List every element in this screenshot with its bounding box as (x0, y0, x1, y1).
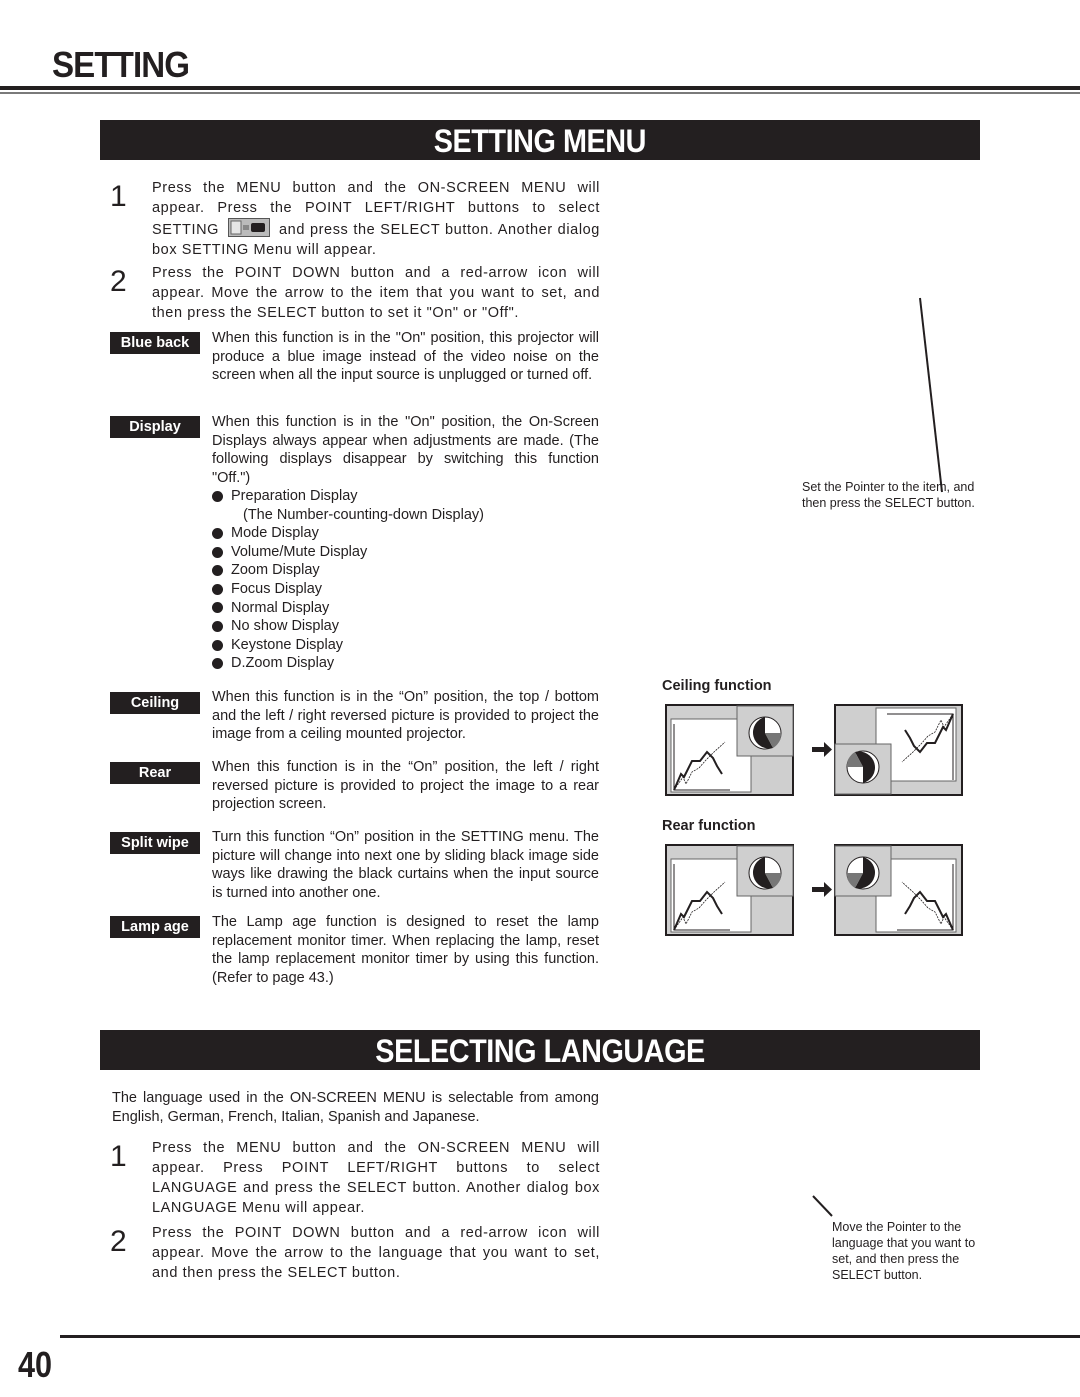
bullet-icon (212, 620, 223, 632)
selecting-language-title-bar: SELECTING LANGUAGE (100, 1030, 980, 1070)
pointer-leader-line (919, 297, 943, 493)
selecting-language-title: SELECTING LANGUAGE (375, 1033, 705, 1069)
ceiling-function-illustration (665, 704, 963, 796)
page-number: 40 (18, 1344, 53, 1385)
arrow-right-icon (812, 742, 832, 757)
list-item: No show Display (212, 617, 612, 636)
step-text: Press the POINT DOWN button and a red-ar… (152, 265, 600, 321)
list-item: Keystone Display (212, 636, 612, 655)
list-item-sub: (The Number-counting-down Display) (243, 506, 484, 523)
step-number: 1 (110, 180, 127, 213)
list-item: Mode Display (212, 524, 612, 543)
desc-rear: When this function is in the “On” positi… (212, 759, 599, 813)
desc-blue-back: When this function is in the "On" positi… (212, 330, 599, 384)
list-item: Preparation Display (212, 487, 612, 506)
list-item: D.Zoom Display (212, 654, 612, 673)
language-pointer-leader-line (812, 1195, 833, 1217)
bullet-icon (212, 639, 223, 651)
bullet-icon (212, 527, 223, 539)
step-number: 1 (110, 1140, 127, 1173)
step-number: 2 (110, 265, 127, 298)
bullet-icon (212, 490, 223, 502)
step-text: Press the POINT DOWN button and a red-ar… (152, 1225, 600, 1281)
header-rule (0, 86, 1080, 90)
screen-normal (665, 844, 794, 936)
rear-function-title: Rear function (662, 818, 756, 834)
bullet-icon (212, 546, 223, 558)
label-split-wipe: Split wipe (110, 832, 200, 854)
desc-lamp-age: The Lamp age function is designed to res… (212, 914, 599, 987)
desc-display: When this function is in the "On" positi… (212, 414, 599, 487)
list-item: Volume/Mute Display (212, 543, 612, 562)
rear-function-illustration (665, 844, 963, 936)
desc-split-wipe: Turn this function “On” position in the … (212, 829, 599, 902)
page-header: SETTING (52, 44, 190, 85)
bullet-icon (212, 565, 223, 577)
desc-ceiling: When this function is in the “On” positi… (212, 689, 599, 743)
pointer-caption: Set the Pointer to the item, and then pr… (802, 480, 975, 510)
list-item: Focus Display (212, 580, 612, 599)
arrow-right-icon (812, 882, 832, 897)
setting-menu-title: SETTING MENU (433, 123, 647, 159)
label-rear: Rear (110, 762, 200, 784)
setting-menu-icon (228, 218, 271, 237)
label-display: Display (110, 416, 200, 438)
language-pointer-caption: Move the Pointer to the language that yo… (832, 1220, 976, 1282)
header-rule-thin (0, 92, 1080, 94)
screen-ceiling (834, 704, 963, 796)
step-number: 2 (110, 1225, 127, 1258)
bullet-icon (212, 658, 223, 670)
list-item: Zoom Display (212, 561, 612, 580)
footer-rule (60, 1335, 1080, 1338)
label-ceiling: Ceiling (110, 692, 200, 714)
step-text: Press the MENU button and the ON-SCREEN … (152, 180, 600, 258)
label-lamp-age: Lamp age (110, 916, 200, 938)
ceiling-function-title: Ceiling function (662, 678, 772, 694)
screen-normal (665, 704, 794, 796)
label-blue-back: Blue back (110, 332, 200, 354)
bullet-icon (212, 602, 223, 614)
list-item: Normal Display (212, 599, 612, 618)
bullet-icon (212, 583, 223, 595)
step-text: Press the MENU button and the ON-SCREEN … (152, 1140, 600, 1216)
setting-menu-title-bar: SETTING MENU (100, 120, 980, 160)
language-intro: The language used in the ON-SCREEN MENU … (112, 1090, 599, 1125)
screen-rear (834, 844, 963, 936)
display-items-list: Preparation Display (The Number-counting… (212, 487, 612, 673)
